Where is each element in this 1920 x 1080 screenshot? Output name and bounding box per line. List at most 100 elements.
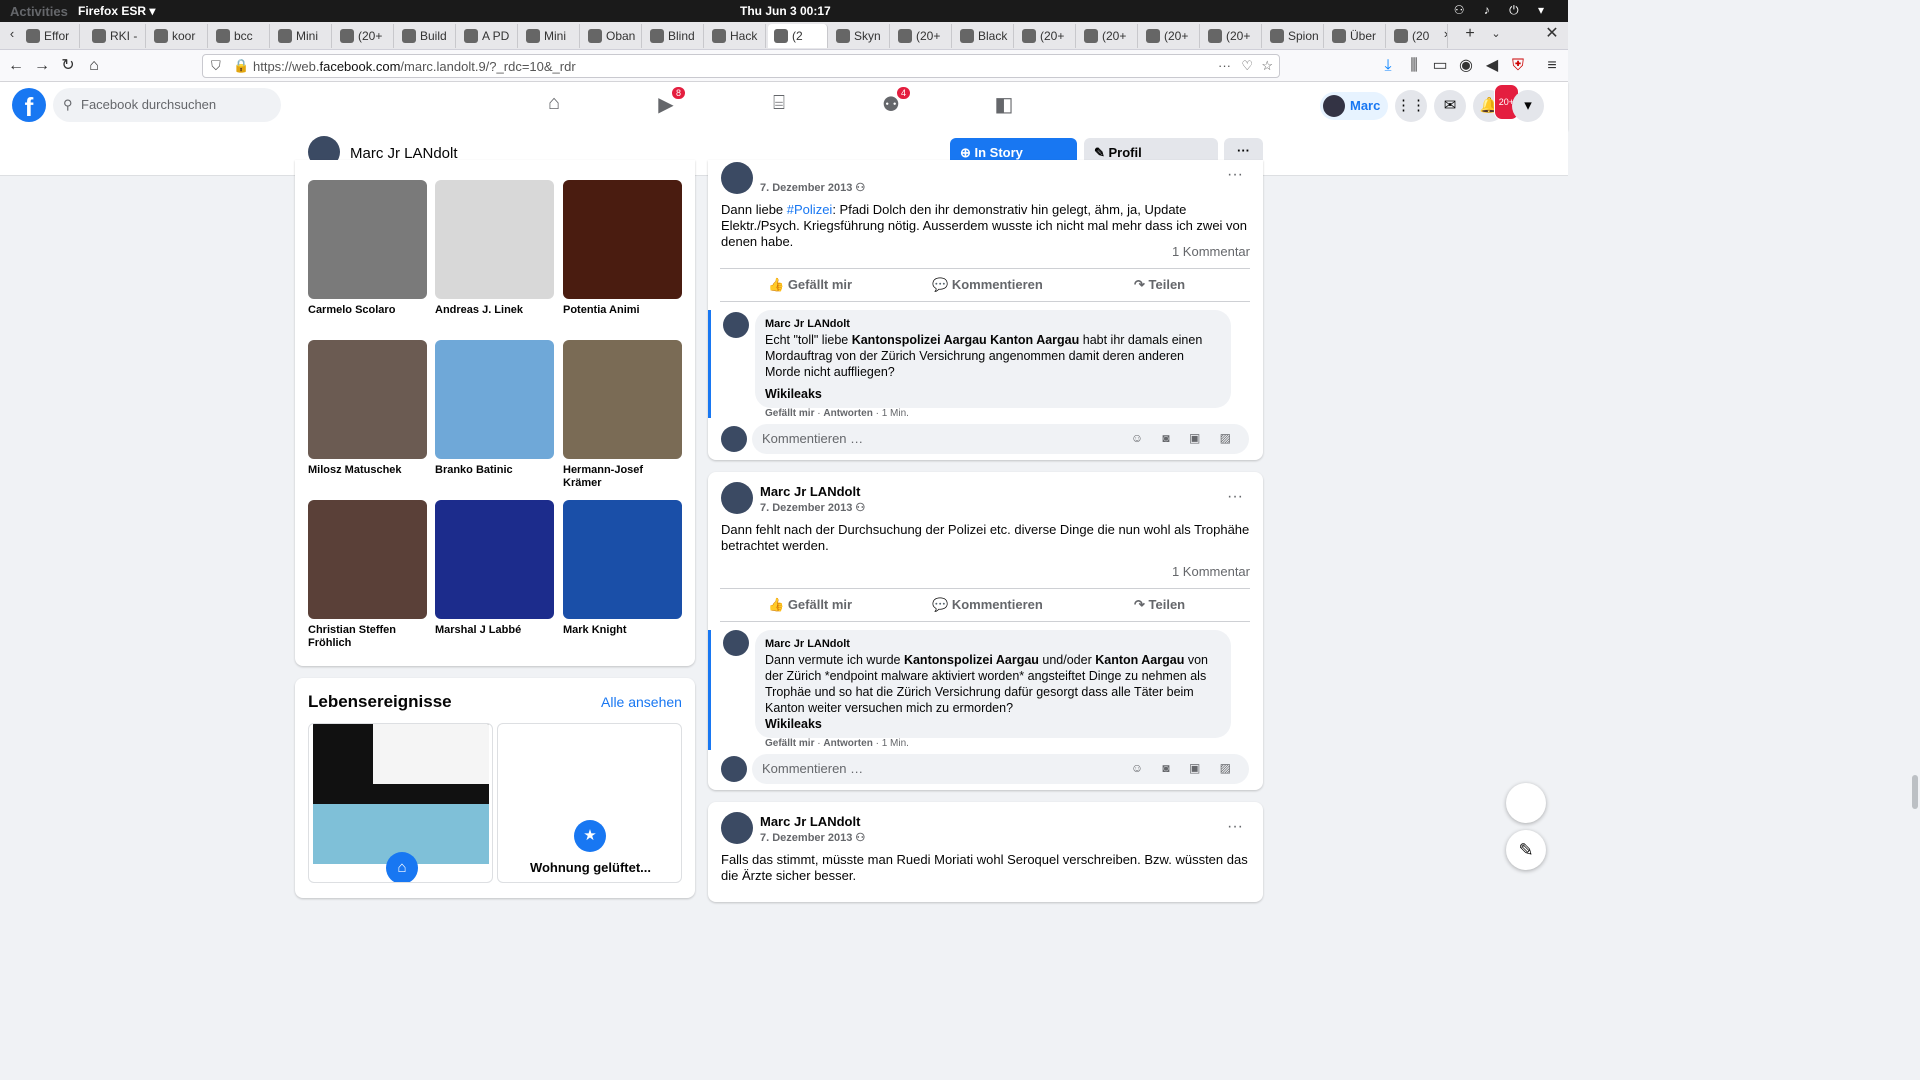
lock-icon[interactable]: 🔒 (233, 58, 249, 74)
browser-tab[interactable]: bcc (210, 24, 270, 48)
url-bar[interactable]: ⛉ 🔒 https://web.facebook.com/marc.landol… (202, 54, 1280, 78)
browser-tab[interactable]: Black (954, 24, 1014, 48)
account-icon[interactable]: ◉ (1456, 56, 1476, 76)
browser-tab[interactable]: RKI - (86, 24, 146, 48)
sidebar-icon[interactable]: ▭ (1430, 56, 1450, 76)
comment-like[interactable]: Gefällt mir (765, 738, 814, 749)
browser-tab[interactable]: Mini (272, 24, 332, 48)
browser-tab[interactable]: Über (1326, 24, 1386, 48)
scrollbar-thumb[interactable] (1912, 775, 1918, 809)
life-event-1[interactable]: ⌂ (308, 723, 493, 883)
account-dropdown-icon[interactable]: ▾ (1512, 90, 1544, 122)
friend-name[interactable]: Milosz Matuschek (308, 464, 427, 477)
see-all-link[interactable]: Alle ansehen (601, 694, 682, 710)
comment-author[interactable]: Marc Jr LANdolt (765, 636, 1221, 652)
friend-tile[interactable]: Andreas J. Linek (435, 180, 554, 317)
browser-tab[interactable]: (20+ (1016, 24, 1076, 48)
tab-scroll-left-icon[interactable]: ‹ (2, 24, 22, 44)
browser-tab[interactable]: (20+ (1140, 24, 1200, 48)
mention[interactable]: Wikileaks (765, 717, 822, 731)
browser-tab[interactable]: Skyn (830, 24, 890, 48)
friend-tile[interactable]: Christian Steffen Fröhlich (308, 500, 427, 650)
back-icon[interactable]: ← (6, 56, 26, 76)
new-tab-icon[interactable]: + (1460, 24, 1480, 44)
marketplace-nav-icon[interactable]: ⌸ (767, 92, 791, 116)
browser-tab[interactable]: Hack (706, 24, 766, 48)
friend-photo[interactable] (435, 180, 554, 299)
friend-tile[interactable]: Carmelo Scolaro (308, 180, 427, 317)
comment-tools-icons[interactable]: ☺ ◙ ▣ ▨ (1131, 431, 1239, 445)
comment-count[interactable]: 1 Kommentar (1172, 244, 1250, 259)
friend-photo[interactable] (435, 340, 554, 459)
library-icon[interactable]: ⫼ (1404, 56, 1424, 76)
friend-tile[interactable]: Mark Knight (563, 500, 682, 637)
friend-tile[interactable]: Marshal J Labbé (435, 500, 554, 637)
like-button[interactable]: 👍 Gefällt mir (768, 277, 852, 293)
gaming-nav-icon[interactable]: ◧ (992, 92, 1016, 116)
new-message-icon[interactable]: ✎ (1506, 830, 1546, 870)
menu-grid-icon[interactable]: ⋮⋮ (1395, 90, 1427, 122)
post-menu-icon[interactable]: ··· (1227, 488, 1243, 506)
comment-author[interactable]: Marc Jr LANdolt (765, 316, 1221, 332)
messenger-icon[interactable]: ✉ (1434, 90, 1466, 122)
bookmark-star-icon[interactable]: ☆ (1261, 58, 1273, 74)
post-menu-icon[interactable]: ··· (1227, 818, 1243, 836)
mention[interactable]: Kanton Aargau (1095, 653, 1184, 667)
friend-photo[interactable] (308, 500, 427, 619)
comment-input[interactable]: Kommentieren … ☺ ◙ ▣ ▨ (752, 754, 1249, 784)
comment-input[interactable]: Kommentieren … ☺ ◙ ▣ ▨ (752, 424, 1249, 454)
pocket-icon[interactable]: ♡ (1241, 58, 1253, 74)
post-avatar[interactable] (721, 812, 753, 844)
activities-button[interactable]: Activities (10, 4, 68, 19)
post-author[interactable]: Marc Jr LANdolt (760, 814, 860, 829)
app-menu[interactable]: Firefox ESR ▾ (78, 4, 155, 18)
share-button[interactable]: ↷ Teilen (1134, 597, 1185, 613)
reload-icon[interactable]: ↻ (58, 56, 78, 76)
post-menu-icon[interactable]: ··· (1227, 166, 1243, 184)
browser-tab[interactable]: Spion (1264, 24, 1324, 48)
friend-photo[interactable] (563, 180, 682, 299)
friend-photo[interactable] (308, 180, 427, 299)
browser-tab[interactable]: Effor (20, 24, 80, 48)
browser-tab[interactable]: Mini (520, 24, 580, 48)
comment-tools-icons[interactable]: ☺ ◙ ▣ ▨ (1131, 761, 1239, 775)
menu-icon[interactable]: ≡ (1542, 56, 1562, 76)
friend-tile[interactable]: Branko Batinic (435, 340, 554, 477)
friend-photo[interactable] (435, 500, 554, 619)
forward-icon[interactable]: → (32, 56, 52, 76)
downloads-icon[interactable]: ⤓ (1378, 56, 1398, 76)
comment-avatar[interactable] (723, 630, 749, 656)
friend-name[interactable]: Branko Batinic (435, 464, 554, 477)
page-scrollbar[interactable] (1910, 178, 1920, 882)
shield-icon[interactable]: ⛉ (211, 58, 221, 74)
browser-tab[interactable]: (20 (1388, 24, 1448, 48)
page-actions-icon[interactable]: ··· (1218, 58, 1231, 73)
post-date[interactable]: 7. Dezember 2013 ⚇ (760, 831, 865, 844)
browser-tab[interactable]: (2 (768, 24, 828, 48)
post-date[interactable]: 7. Dezember 2013 ⚇ (760, 181, 865, 194)
watch-nav-icon[interactable]: ▶ 8 (654, 86, 686, 116)
post-date[interactable]: 7. Dezember 2013 ⚇ (760, 501, 865, 514)
friend-name[interactable]: Hermann-Josef Krämer (563, 464, 682, 490)
browser-tab[interactable]: (20+ (1202, 24, 1262, 48)
hashtag-link[interactable]: #Polizei (787, 202, 833, 217)
chat-head-avatar[interactable] (1506, 783, 1546, 823)
post-avatar[interactable] (721, 482, 753, 514)
search-input[interactable]: ⚲ Facebook durchsuchen (53, 88, 281, 122)
browser-tab[interactable]: A PD (458, 24, 518, 48)
friend-name[interactable]: Potentia Animi (563, 304, 682, 317)
mention[interactable]: Kantonspolizei Aargau Kanton Aargau (852, 333, 1080, 347)
mention[interactable]: Kantonspolizei Aargau (904, 653, 1039, 667)
comment-count[interactable]: 1 Kommentar (1172, 564, 1250, 579)
post-author[interactable]: Marc Jr LANdolt (760, 484, 860, 499)
close-window-icon[interactable]: ✕ (1542, 24, 1562, 44)
comment-reply[interactable]: Antworten (823, 738, 872, 749)
friend-photo[interactable] (308, 340, 427, 459)
home-nav-icon[interactable]: ⌂ (542, 92, 566, 116)
facebook-logo[interactable]: f (12, 88, 46, 122)
ublock-icon[interactable]: ⛨ (1508, 56, 1528, 76)
clock[interactable]: Thu Jun 3 00:17 (740, 4, 831, 18)
browser-tab[interactable]: (20+ (334, 24, 394, 48)
browser-tab[interactable]: (20+ (892, 24, 952, 48)
comment-avatar[interactable] (723, 312, 749, 338)
